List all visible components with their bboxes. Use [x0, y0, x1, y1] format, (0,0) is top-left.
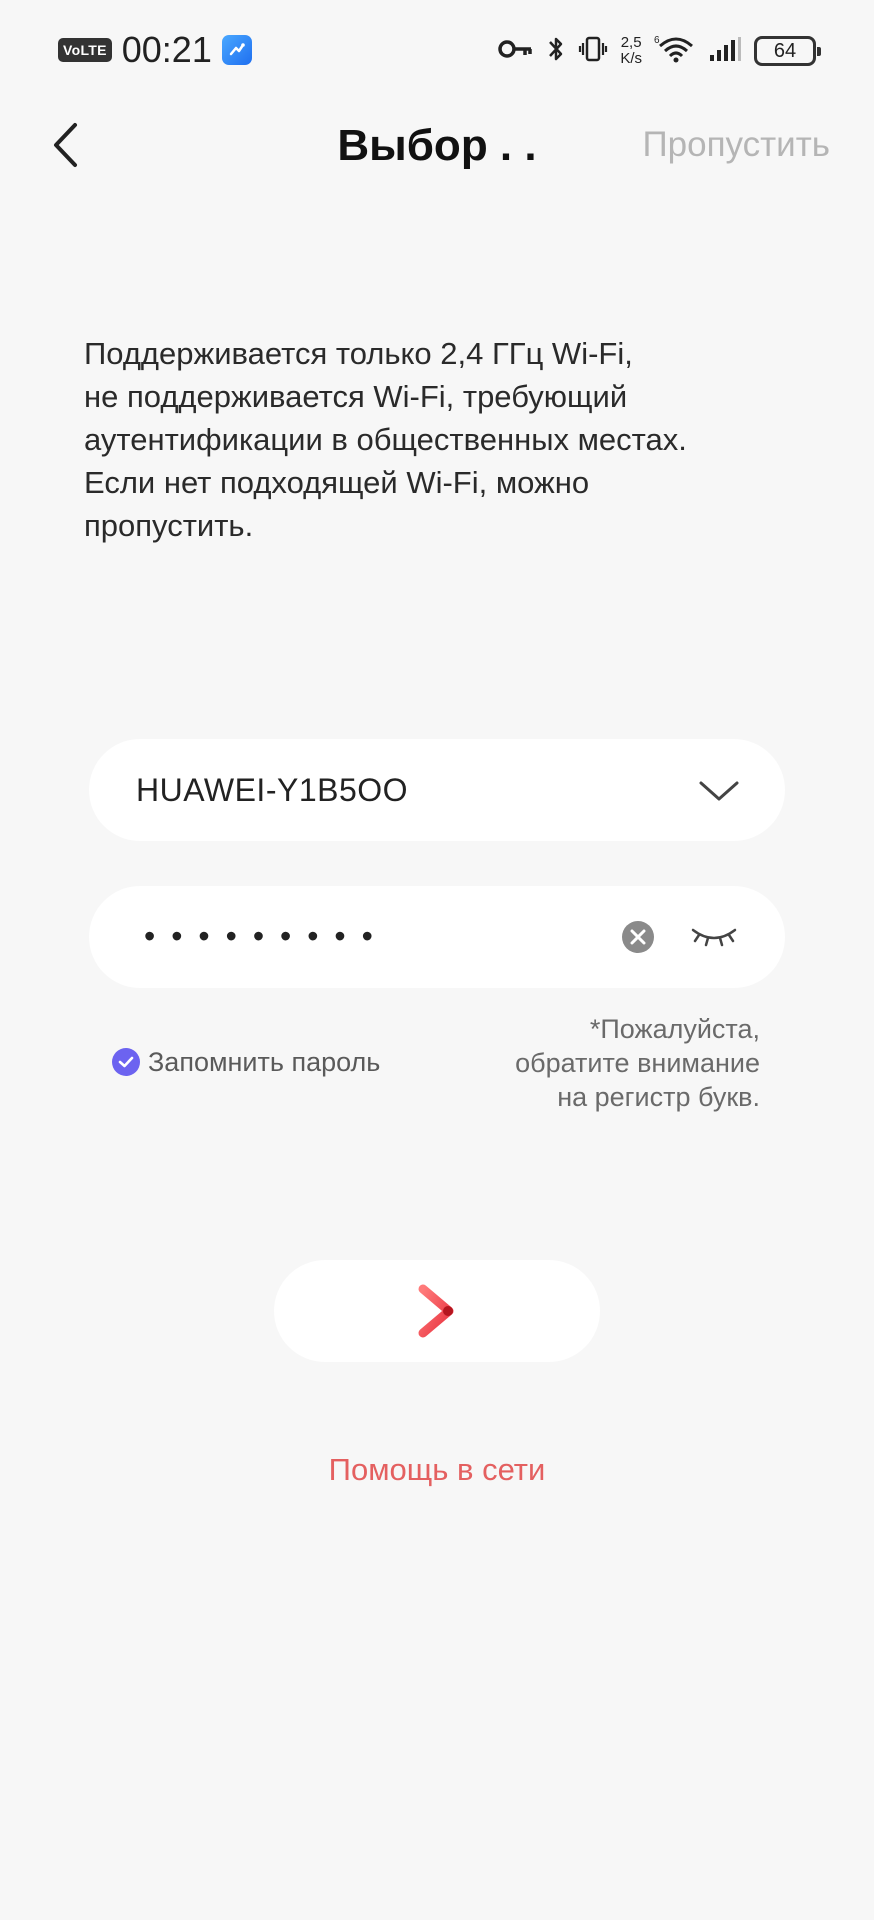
chevron-down-icon[interactable]: [697, 769, 741, 813]
wifi-network-selector[interactable]: HUAWEI-Y1B5OO: [89, 739, 785, 841]
key-icon: [498, 37, 534, 66]
chevron-right-icon: [418, 1284, 454, 1338]
app-notification-icon: [221, 35, 252, 65]
next-button[interactable]: [274, 1260, 600, 1362]
skip-button[interactable]: Пропустить: [643, 122, 831, 168]
status-bar-left: VoLTE 00:21: [58, 30, 252, 70]
wifi-setup-screen: VoLTE 00:21 2,5 K/s 6 64 Выбор . . Пропу…: [0, 0, 874, 1920]
online-help-link[interactable]: Помощь в сети: [0, 1448, 874, 1492]
network-speed-value: 2,5: [620, 34, 642, 51]
remember-password-label: Запомнить пароль: [148, 1047, 381, 1077]
network-speed-unit: K/s: [620, 50, 642, 67]
volte-badge: VoLTE: [58, 38, 112, 62]
status-time: 00:21: [121, 29, 212, 70]
wifi-requirements-text: Поддерживается только 2,4 ГГц Wi-Fi, не …: [84, 336, 687, 543]
wifi-6-icon: 6: [654, 34, 696, 69]
eye-closed-icon[interactable]: [689, 920, 739, 954]
vibrate-icon: [578, 34, 608, 69]
checkmark-icon: [112, 1048, 140, 1076]
battery-icon: 64: [754, 36, 821, 66]
case-sensitivity-note: *Пожалуйста, обратите внимание на регист…: [515, 1014, 760, 1112]
wifi-network-name: HUAWEI-Y1B5OO: [136, 772, 409, 808]
clear-icon[interactable]: [621, 920, 655, 954]
signal-icon: [708, 35, 742, 68]
password-masked-value: •••••••••: [144, 918, 389, 954]
status-bar: VoLTE 00:21 2,5 K/s 6 64: [0, 0, 874, 100]
battery-level: 64: [773, 39, 797, 62]
svg-text:6: 6: [654, 35, 660, 46]
password-field[interactable]: •••••••••: [89, 886, 785, 988]
network-speed: 2,5 K/s: [620, 35, 642, 67]
bluetooth-icon: [546, 34, 566, 69]
top-app-bar: Выбор . . Пропустить: [0, 100, 874, 190]
remember-password-checkbox[interactable]: Запомнить пароль: [112, 1044, 380, 1080]
status-bar-right: 2,5 K/s 6 64: [498, 30, 821, 72]
